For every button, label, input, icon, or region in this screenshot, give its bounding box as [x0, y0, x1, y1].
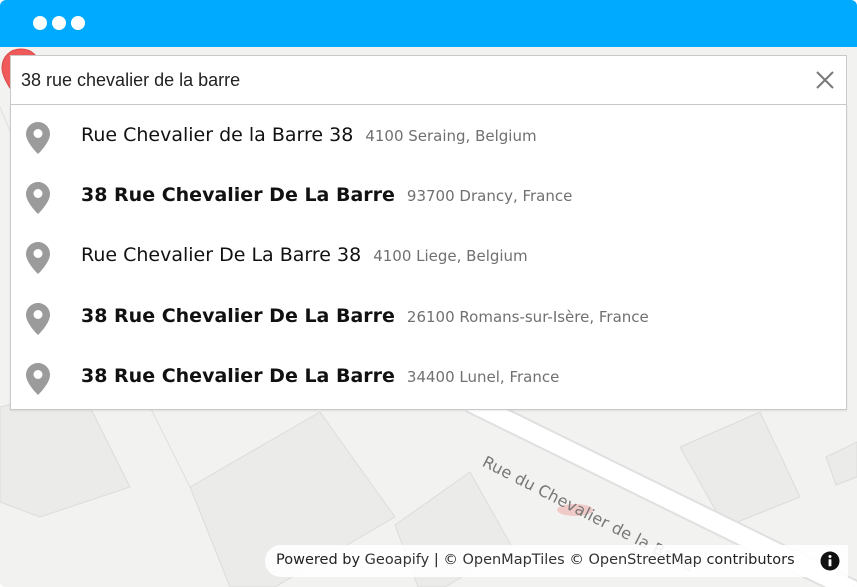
- suggestion-item[interactable]: 38 Rue Chevalier De La Barre 34400 Lunel,…: [11, 348, 846, 408]
- attribution-separator: | ©: [429, 552, 463, 568]
- contributors-label: contributors: [701, 552, 795, 568]
- suggestion-secondary-text: 26100 Romans-sur-Isère, France: [406, 308, 649, 326]
- attribution-separator: ©: [564, 552, 589, 568]
- suggestion-main-text: 38 Rue Chevalier De La Barre 34400 Lunel,…: [81, 365, 560, 387]
- suggestion-secondary-text: 34400 Lunel, France: [406, 368, 560, 386]
- suggestion-secondary-text: 4100 Seraing, Belgium: [365, 127, 537, 145]
- info-icon[interactable]: [820, 551, 840, 571]
- window-control-dot[interactable]: [52, 16, 66, 30]
- window-control-dot[interactable]: [71, 16, 85, 30]
- map-pin-icon: [26, 242, 50, 274]
- suggestion-main-text: Rue Chevalier de la Barre 38 4100 Seraing…: [81, 124, 537, 146]
- close-icon[interactable]: [812, 67, 838, 93]
- suggestion-secondary-text: 4100 Liege, Belgium: [373, 247, 528, 265]
- map-pin-icon: [26, 182, 50, 214]
- openstreetmap-link[interactable]: OpenStreetMap: [588, 552, 701, 568]
- suggestion-main-text: 38 Rue Chevalier De La Barre 26100 Romans…: [81, 305, 649, 327]
- map-pin-icon: [26, 303, 50, 335]
- powered-by-label: Powered by: [276, 552, 365, 568]
- suggestion-main-text: 38 Rue Chevalier De La Barre 93700 Drancy…: [81, 184, 573, 206]
- suggestion-secondary-text: 93700 Drancy, France: [406, 187, 573, 205]
- suggestion-item[interactable]: Rue Chevalier de la Barre 38 4100 Seraing…: [11, 107, 846, 167]
- attribution-text: Powered by Geoapify | © OpenMapTiles © O…: [276, 552, 795, 568]
- openmaptiles-link[interactable]: OpenMapTiles: [462, 552, 564, 568]
- suggestion-item[interactable]: 38 Rue Chevalier De La Barre 93700 Drancy…: [11, 167, 846, 227]
- title-bar: [0, 0, 857, 47]
- suggestion-main-text: Rue Chevalier De La Barre 38 4100 Liege, …: [81, 244, 528, 266]
- suggestion-item[interactable]: 38 Rue Chevalier De La Barre 26100 Romans…: [11, 288, 846, 348]
- window-control-dot[interactable]: [33, 16, 47, 30]
- search-input[interactable]: [21, 56, 801, 104]
- suggestions-dropdown: Rue Chevalier de la Barre 38 4100 Seraing…: [10, 105, 847, 410]
- geoapify-link[interactable]: Geoapify: [365, 552, 430, 568]
- map-pin-icon: [26, 363, 50, 395]
- suggestion-item[interactable]: Rue Chevalier De La Barre 38 4100 Liege, …: [11, 227, 846, 287]
- map-attribution: Powered by Geoapify | © OpenMapTiles © O…: [265, 545, 848, 577]
- map-pin-icon: [26, 122, 50, 154]
- app-window: Rue du Chevalier de la Barre Rue Chevali…: [0, 0, 857, 587]
- search-box[interactable]: [10, 55, 847, 105]
